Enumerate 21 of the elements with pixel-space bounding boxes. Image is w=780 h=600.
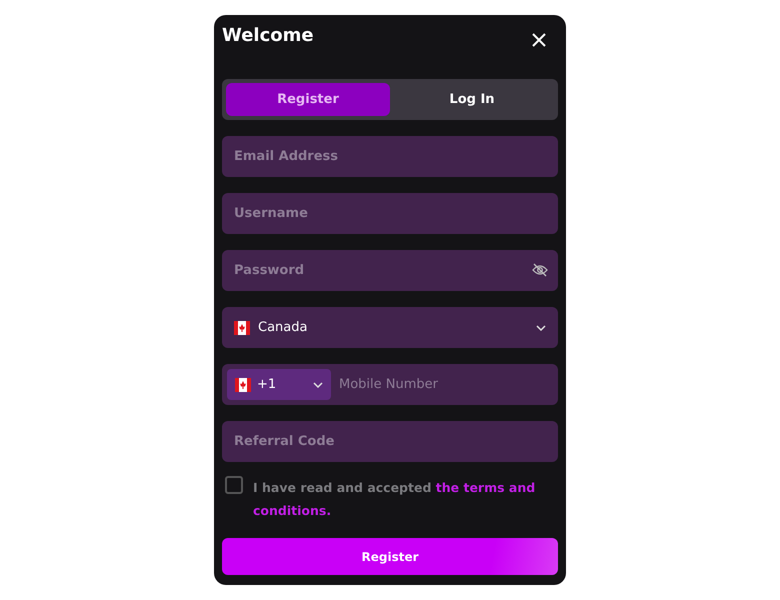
chevron-down-icon bbox=[536, 324, 546, 330]
close-button[interactable] bbox=[530, 31, 548, 49]
tab[interactable]: Log In bbox=[390, 83, 554, 116]
checkbox[interactable] bbox=[225, 476, 243, 494]
tab[interactable]: Register bbox=[226, 83, 390, 116]
eye-off-icon[interactable] bbox=[532, 263, 548, 277]
terms-text: I have read and accepted the terms and conditions. bbox=[253, 479, 536, 520]
register-button[interactable]: Register bbox=[222, 538, 558, 575]
input-field[interactable]: Referral Code bbox=[222, 421, 558, 462]
country-select[interactable]: Canada bbox=[222, 307, 558, 348]
dialog-title: Welcome bbox=[222, 25, 314, 46]
input-field[interactable]: Username bbox=[222, 193, 558, 234]
canada-flag-icon bbox=[235, 378, 251, 392]
terms-link[interactable]: the terms and bbox=[436, 480, 536, 495]
phone-field[interactable]: +1 Mobile Number bbox=[222, 364, 558, 405]
canada-flag-icon bbox=[234, 320, 250, 334]
chevron-down-icon bbox=[313, 382, 323, 388]
terms-link[interactable]: conditions. bbox=[253, 503, 332, 518]
input-field[interactable]: Email Address bbox=[222, 136, 558, 177]
password-field[interactable]: Password bbox=[222, 250, 558, 291]
country-code-select[interactable]: +1 bbox=[227, 369, 331, 400]
